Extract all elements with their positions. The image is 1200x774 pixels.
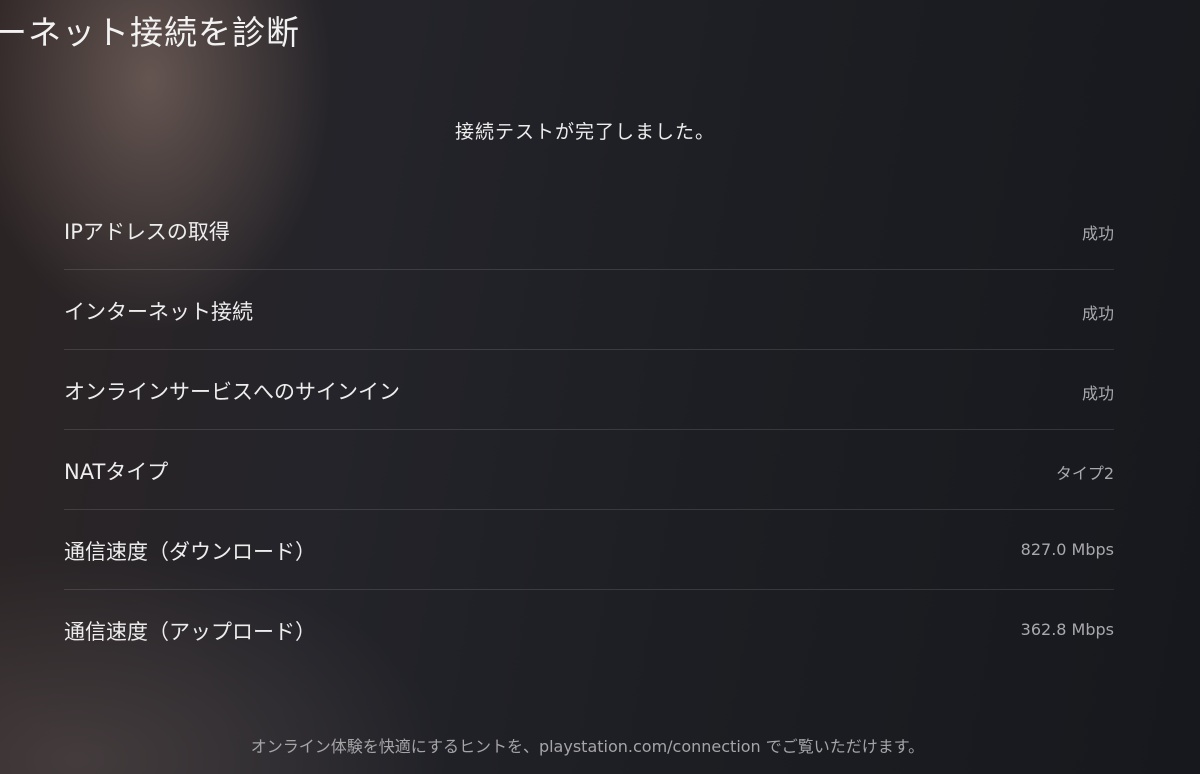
result-row-internet-connection[interactable]: インターネット接続 成功 — [64, 270, 1114, 350]
result-label: IPアドレスの取得 — [64, 220, 230, 244]
result-label: NATタイプ — [64, 460, 169, 484]
result-value: タイプ2 — [1055, 464, 1114, 483]
result-value: 成功 — [1081, 304, 1114, 323]
result-value: 827.0 Mbps — [1020, 540, 1114, 559]
result-row-download-speed[interactable]: 通信速度（ダウンロード） 827.0 Mbps — [64, 510, 1114, 590]
result-value: 362.8 Mbps — [1020, 620, 1114, 639]
result-row-nat-type[interactable]: NATタイプ タイプ2 — [64, 430, 1114, 510]
result-value: 成功 — [1081, 224, 1114, 243]
test-results-list: IPアドレスの取得 成功 インターネット接続 成功 オンラインサービスへのサイン… — [64, 190, 1114, 670]
connection-hint-text: オンライン体験を快適にするヒントを、playstation.com/connec… — [250, 737, 925, 756]
result-label: インターネット接続 — [64, 300, 253, 324]
result-label: 通信速度（ダウンロード） — [64, 540, 316, 564]
result-row-upload-speed[interactable]: 通信速度（アップロード） 362.8 Mbps — [64, 590, 1114, 670]
result-label: オンラインサービスへのサインイン — [64, 380, 400, 404]
screen-title: ーネット接続を診断 — [0, 13, 300, 52]
result-label: 通信速度（アップロード） — [64, 620, 316, 644]
result-row-ip-address[interactable]: IPアドレスの取得 成功 — [64, 190, 1114, 270]
result-value: 成功 — [1081, 384, 1114, 403]
test-complete-message: 接続テストが完了しました。 — [454, 121, 715, 143]
result-row-online-service-signin[interactable]: オンラインサービスへのサインイン 成功 — [64, 350, 1114, 430]
